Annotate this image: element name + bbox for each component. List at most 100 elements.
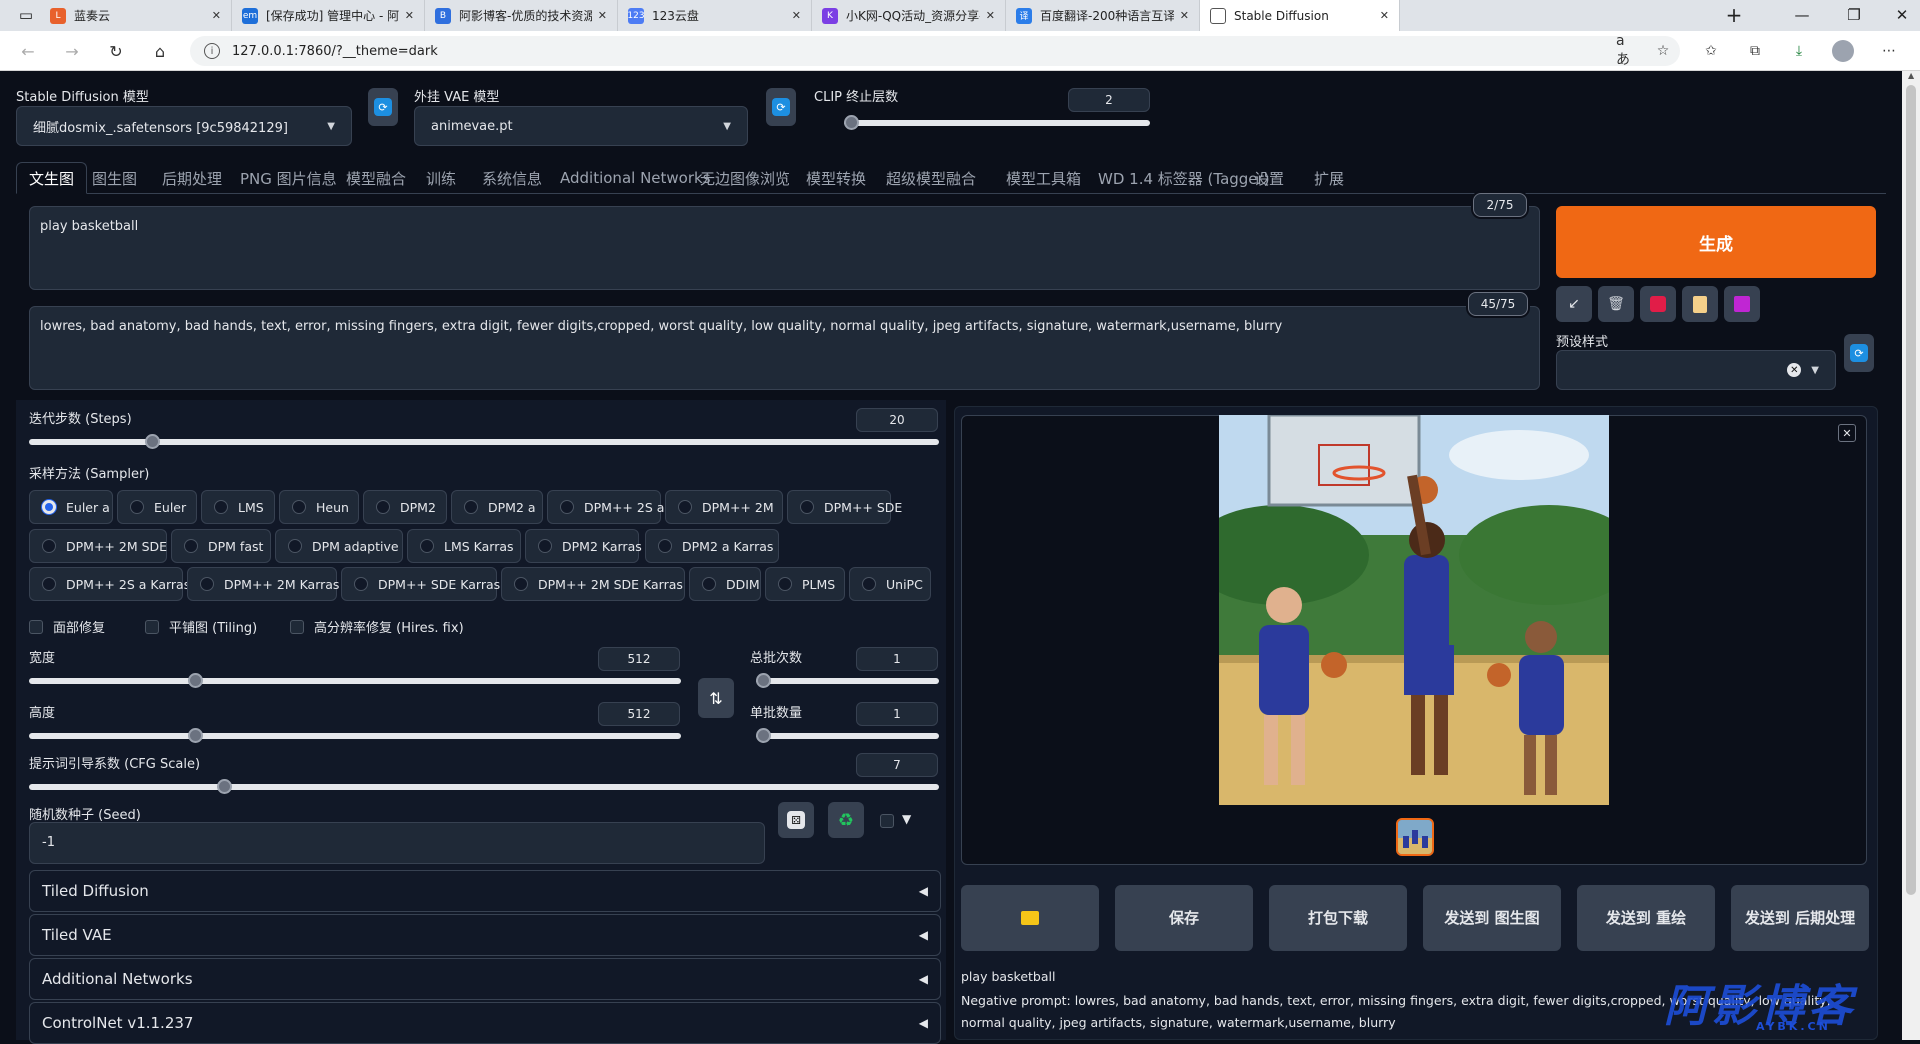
close-tab-icon[interactable]: ✕ bbox=[1180, 9, 1189, 22]
sampler-option[interactable]: DPM++ 2M bbox=[665, 490, 783, 524]
maximize-button[interactable]: ❐ bbox=[1836, 4, 1872, 26]
tab-14[interactable]: 扩展 bbox=[1302, 162, 1356, 194]
url-field[interactable]: i 127.0.0.1:7860/?__theme=dark bbox=[190, 36, 1680, 66]
minimize-button[interactable]: — bbox=[1784, 4, 1820, 26]
page-scrollbar[interactable]: ▲ bbox=[1902, 71, 1920, 1040]
radio-dot[interactable] bbox=[200, 577, 214, 591]
slider-thumb[interactable] bbox=[756, 673, 771, 688]
height-input[interactable]: 512 bbox=[598, 702, 680, 726]
clip-skip-input[interactable]: 2 bbox=[1068, 88, 1150, 112]
sampler-option[interactable]: DPM2 bbox=[363, 490, 447, 524]
tab-5[interactable]: 训练 bbox=[414, 162, 468, 194]
random-seed-button[interactable]: ⚄ bbox=[778, 802, 814, 838]
radio-dot[interactable] bbox=[778, 577, 792, 591]
close-tab-icon[interactable]: ✕ bbox=[1380, 9, 1389, 22]
reuse-seed-button[interactable]: ♻ bbox=[828, 802, 864, 838]
back-icon[interactable]: ← bbox=[16, 39, 40, 63]
batch-count-slider[interactable] bbox=[756, 673, 939, 688]
radio-dot[interactable] bbox=[42, 500, 56, 514]
send-to-extras-button[interactable]: 发送到 后期处理 bbox=[1731, 885, 1869, 951]
tab-10[interactable]: 超级模型融合 bbox=[874, 162, 988, 194]
close-tab-icon[interactable]: ✕ bbox=[598, 9, 607, 22]
radio-dot[interactable] bbox=[354, 577, 368, 591]
clip-skip-slider[interactable] bbox=[844, 115, 1150, 130]
batch-count-input[interactable]: 1 bbox=[856, 647, 938, 671]
styles-dropdown[interactable]: ✕ ▼ bbox=[1556, 350, 1836, 390]
sampler-option[interactable]: PLMS bbox=[765, 567, 845, 601]
sampler-option[interactable]: DPM++ 2S a Karras bbox=[29, 567, 190, 601]
home-icon[interactable]: ⌂ bbox=[148, 39, 172, 63]
seed-input[interactable]: -1 bbox=[29, 822, 765, 864]
sampler-option[interactable]: LMS Karras bbox=[407, 529, 521, 563]
clear-icon[interactable]: ✕ bbox=[1787, 363, 1802, 377]
extra-networks-button[interactable] bbox=[1640, 286, 1676, 322]
radio-dot[interactable] bbox=[464, 500, 478, 514]
radio-dot[interactable] bbox=[288, 539, 302, 553]
refresh-styles-button[interactable]: ⟳ bbox=[1844, 334, 1874, 372]
browser-tab[interactable]: 123 123云盘 ✕ bbox=[618, 0, 812, 31]
close-tab-icon[interactable]: ✕ bbox=[212, 9, 221, 22]
new-tab-button[interactable]: + bbox=[1716, 3, 1752, 27]
close-tab-icon[interactable]: ✕ bbox=[792, 9, 801, 22]
radio-dot[interactable] bbox=[214, 500, 228, 514]
width-input[interactable]: 512 bbox=[598, 647, 680, 671]
sampler-option[interactable]: Heun bbox=[279, 490, 359, 524]
scrollbar-thumb[interactable] bbox=[1906, 85, 1916, 895]
radio-dot[interactable] bbox=[376, 500, 390, 514]
save-button[interactable]: 保存 bbox=[1115, 885, 1253, 951]
browser-tab[interactable]: L 蓝奏云 ✕ bbox=[40, 0, 232, 31]
radio-dot[interactable] bbox=[420, 539, 434, 553]
width-slider[interactable] bbox=[29, 673, 681, 688]
browser-tab[interactable]: B 阿影博客-优质的技术资源综合 ✕ bbox=[425, 0, 618, 31]
radio-dot[interactable] bbox=[130, 500, 144, 514]
sampler-option[interactable]: DPM++ 2M SDE Karras bbox=[501, 567, 685, 601]
checkbox-box[interactable] bbox=[290, 619, 304, 634]
open-folder-button[interactable] bbox=[961, 885, 1099, 951]
sampler-option[interactable]: DPM++ SDE bbox=[787, 490, 902, 524]
close-gallery-icon[interactable]: ✕ bbox=[1838, 424, 1856, 442]
send-to-inpaint-button[interactable]: 发送到 重绘 bbox=[1577, 885, 1715, 951]
browser-tab[interactable]: Stable Diffusion ✕ bbox=[1200, 0, 1400, 31]
sampler-option[interactable]: Euler bbox=[117, 490, 197, 524]
collections-icon[interactable]: ⧉ bbox=[1744, 40, 1766, 62]
checkbox-box[interactable] bbox=[29, 619, 43, 634]
sampler-option[interactable]: DPM2 a Karras bbox=[645, 529, 779, 563]
slider-thumb[interactable] bbox=[756, 728, 771, 743]
sampler-option[interactable]: DPM++ 2M Karras bbox=[187, 567, 339, 601]
triangle-down-icon[interactable]: ▼ bbox=[902, 812, 911, 826]
accordion-3[interactable]: ControlNet v1.1.237 ◀ bbox=[29, 1002, 941, 1044]
save-style-button[interactable] bbox=[1724, 286, 1760, 322]
forward-icon[interactable]: → bbox=[60, 39, 84, 63]
read-aloud-icon[interactable]: aあ bbox=[1616, 33, 1638, 68]
send-to-img2img-button[interactable]: 发送到 图生图 bbox=[1423, 885, 1561, 951]
slider-thumb[interactable] bbox=[216, 779, 232, 794]
accordion-0[interactable]: Tiled Diffusion ◀ bbox=[29, 870, 941, 912]
sampler-option[interactable]: DDIM bbox=[689, 567, 761, 601]
sampler-option[interactable]: DPM++ 2M SDE bbox=[29, 529, 167, 563]
sampler-option[interactable]: DPM2 a bbox=[451, 490, 543, 524]
sampler-option[interactable]: DPM adaptive bbox=[275, 529, 403, 563]
sampler-option[interactable]: DPM++ 2S a bbox=[547, 490, 664, 524]
tab-2[interactable]: 后期处理 bbox=[150, 162, 234, 194]
tab-4[interactable]: 模型融合 bbox=[334, 162, 418, 194]
read-params-button[interactable]: ↙ bbox=[1556, 286, 1592, 322]
checkbox-box[interactable] bbox=[145, 619, 159, 634]
sampler-option[interactable]: LMS bbox=[201, 490, 275, 524]
accordion-1[interactable]: Tiled VAE ◀ bbox=[29, 914, 941, 956]
height-slider[interactable] bbox=[29, 728, 681, 743]
tab-actions-icon[interactable]: ▭ bbox=[8, 4, 44, 26]
add-favorite-icon[interactable]: ☆ bbox=[1652, 40, 1674, 62]
radio-dot[interactable] bbox=[42, 539, 56, 553]
reload-icon[interactable]: ↻ bbox=[104, 39, 128, 63]
hires-fix-checkbox[interactable]: 高分辨率修复 (Hires. fix) bbox=[290, 617, 464, 636]
slider-thumb[interactable] bbox=[844, 115, 859, 130]
close-tab-icon[interactable]: ✕ bbox=[986, 9, 995, 22]
restore-faces-checkbox[interactable]: 面部修复 bbox=[29, 617, 105, 636]
download-icon[interactable]: ⤓ bbox=[1788, 40, 1810, 62]
sampler-option[interactable]: UniPC bbox=[849, 567, 931, 601]
radio-dot[interactable] bbox=[658, 539, 672, 553]
cfg-scale-slider[interactable] bbox=[29, 779, 939, 794]
refresh-model-button[interactable]: ⟳ bbox=[368, 88, 398, 126]
radio-dot[interactable] bbox=[184, 539, 198, 553]
tab-3[interactable]: PNG 图片信息 bbox=[228, 162, 349, 194]
